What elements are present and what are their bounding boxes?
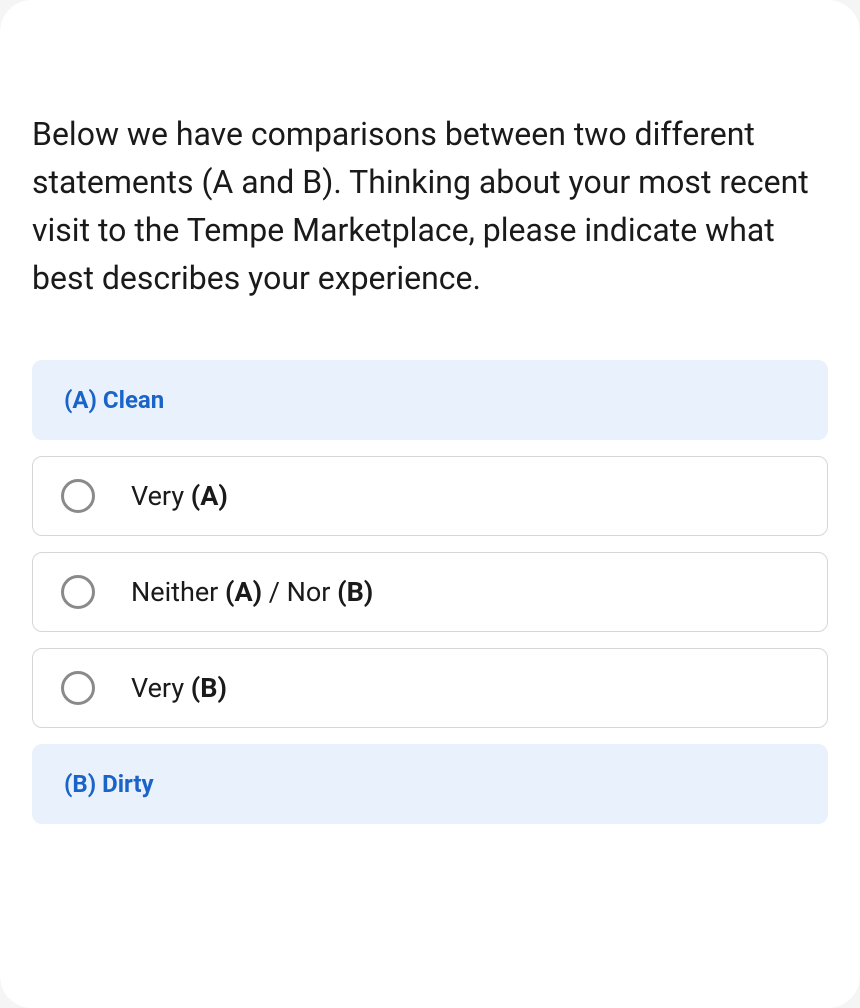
option-label: Very (A) [131, 480, 228, 512]
option-label: Very (B) [131, 672, 227, 704]
option-neither[interactable]: Neither (A) / Nor (B) [32, 552, 828, 632]
survey-card: Below we have comparisons between two di… [0, 0, 860, 1008]
radio-icon [61, 479, 95, 513]
label-a-bar: (A) Clean [32, 360, 828, 440]
radio-icon [61, 575, 95, 609]
option-very-a[interactable]: Very (A) [32, 456, 828, 536]
option-label: Neither (A) / Nor (B) [131, 576, 373, 608]
option-very-b[interactable]: Very (B) [32, 648, 828, 728]
question-text: Below we have comparisons between two di… [32, 110, 828, 302]
label-b-bar: (B) Dirty [32, 744, 828, 824]
radio-icon [61, 671, 95, 705]
